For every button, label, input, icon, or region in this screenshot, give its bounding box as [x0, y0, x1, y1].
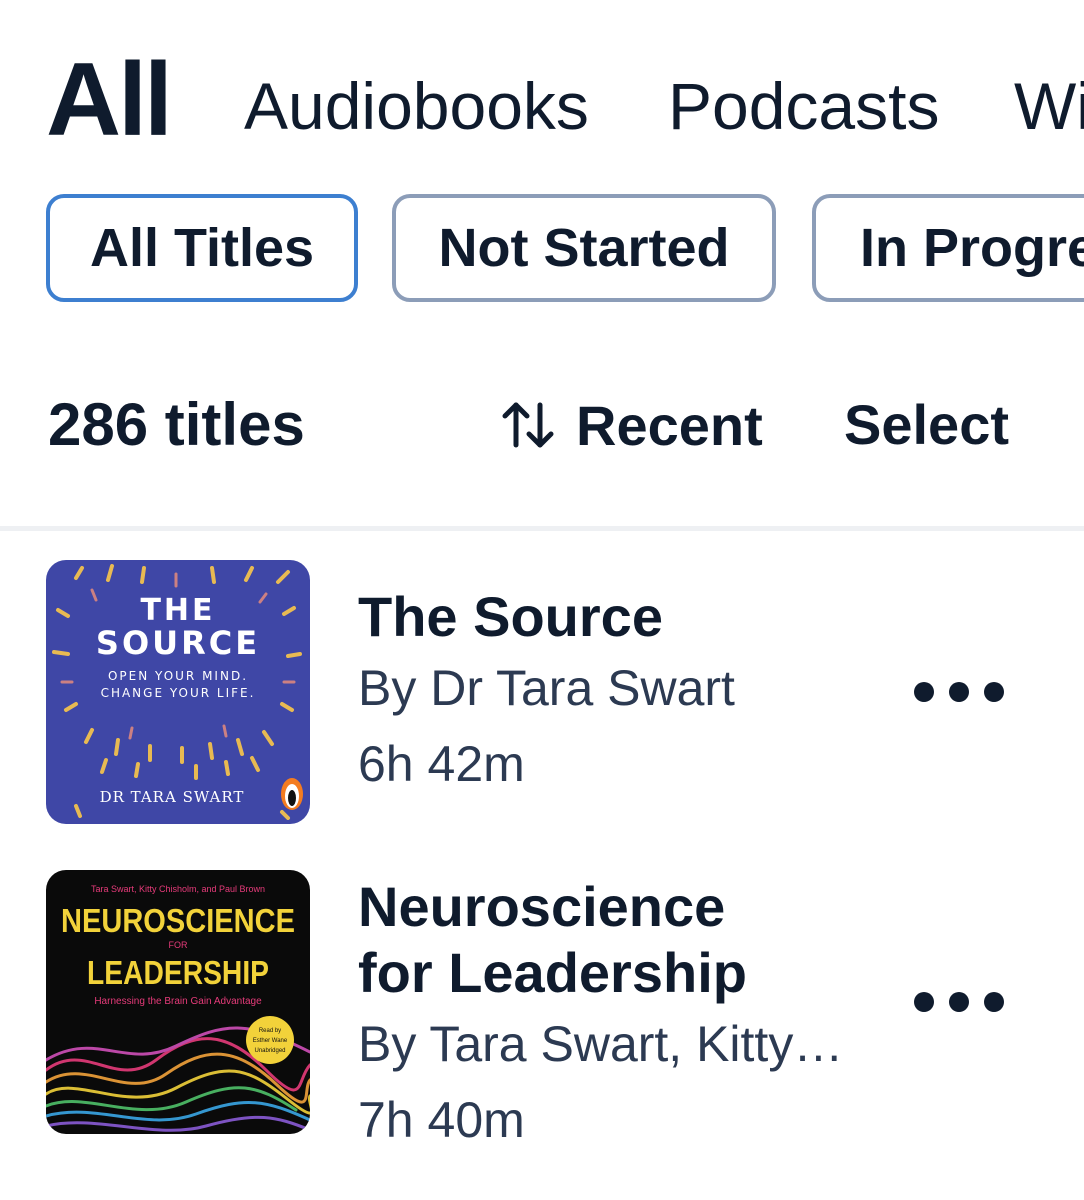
list-item[interactable]: Tara Swart, Kitty Chisholm, and Paul Bro… [0, 870, 1084, 1148]
list-item[interactable]: THE SOURCE OPEN YOUR MIND. CHANGE YOUR L… [0, 560, 1084, 828]
filter-chips: All Titles Not Started In Progre [0, 194, 1084, 310]
dot-icon [984, 682, 1004, 702]
dot-icon [949, 682, 969, 702]
dot-icon [914, 992, 934, 1012]
item-author: By Tara Swart, Kitty… [358, 1016, 844, 1072]
dot-icon [914, 682, 934, 702]
item-info: Neuroscience for Leadership By Tara Swar… [358, 874, 843, 1158]
tab-podcasts[interactable]: Podcasts [668, 46, 939, 160]
item-duration: 6h 42m [358, 736, 525, 792]
badge-line1: Read by [259, 1028, 281, 1034]
title-count: 286 titles [48, 391, 305, 458]
cover-tagline-2: CHANGE YOUR LIFE. [101, 686, 256, 700]
select-button[interactable]: Select [844, 380, 1009, 470]
cover-for: FOR [169, 940, 188, 950]
divider [0, 526, 1084, 531]
item-duration: 7h 40m [358, 1092, 525, 1148]
tab-audiobooks[interactable]: Audiobooks [244, 46, 589, 160]
category-tabs: All Audiobooks Podcasts Wi [0, 40, 1084, 160]
item-info: The Source By Dr Tara Swart 6h 42m [358, 584, 735, 802]
filter-all-titles[interactable]: All Titles [46, 194, 358, 302]
more-options-button[interactable] [914, 982, 1004, 1022]
badge-line3: Unabridged [254, 1048, 285, 1054]
dot-icon [949, 992, 969, 1012]
cover-title-line1: NEUROSCIENCE [61, 902, 295, 939]
sort-button[interactable]: Recent [500, 380, 763, 470]
tab-wishlist[interactable]: Wi [1014, 46, 1084, 160]
cover-title-line2: SOURCE [96, 624, 260, 662]
item-author: By Dr Tara Swart [358, 660, 735, 716]
badge-line2: Esther Wane [253, 1038, 288, 1044]
sort-label: Recent [576, 393, 763, 457]
sort-arrows-icon [502, 402, 554, 448]
more-options-button[interactable] [914, 672, 1004, 712]
publisher-logo-icon [281, 778, 303, 810]
item-title[interactable]: The Source [358, 584, 735, 650]
dot-icon [984, 992, 1004, 1012]
filter-not-started[interactable]: Not Started [392, 194, 776, 302]
item-title-line1[interactable]: Neuroscience [358, 874, 843, 940]
cover-art-the-source[interactable]: THE SOURCE OPEN YOUR MIND. CHANGE YOUR L… [46, 560, 310, 824]
cover-art-neuroscience-for-leadership[interactable]: Tara Swart, Kitty Chisholm, and Paul Bro… [46, 870, 310, 1134]
narrator-badge: Read by Esther Wane Unabridged [246, 1016, 294, 1064]
cover-subtitle: Harnessing the Brain Gain Advantage [94, 996, 262, 1007]
item-title-line2[interactable]: for Leadership [358, 940, 843, 1006]
cover-author: DR TARA SWART [100, 788, 245, 806]
filter-in-progress[interactable]: In Progre [812, 194, 1084, 302]
cover-title-line2: LEADERSHIP [87, 954, 269, 991]
cover-authors: Tara Swart, Kitty Chisholm, and Paul Bro… [91, 884, 265, 894]
tab-all[interactable]: All [46, 40, 173, 160]
cover-title-line1: THE [140, 593, 215, 628]
library-toolbar: 286 titles Recent Select [0, 380, 1084, 470]
cover-tagline-1: OPEN YOUR MIND. [108, 669, 248, 683]
